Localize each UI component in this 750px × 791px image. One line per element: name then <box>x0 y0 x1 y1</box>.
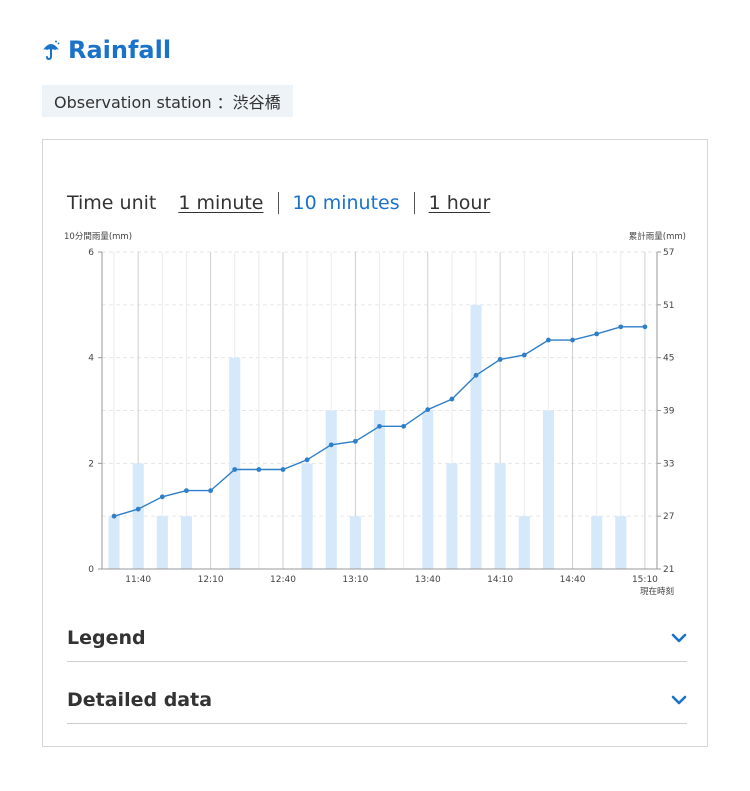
page-title-text: Rainfall <box>68 36 172 64</box>
bar-10min-rainfall <box>422 410 434 569</box>
cumulative-point <box>594 331 600 337</box>
cumulative-point <box>377 423 382 429</box>
umbrella-icon <box>42 40 60 60</box>
cumulative-point <box>401 423 407 429</box>
bar-10min-rainfall <box>470 304 482 569</box>
cumulative-point <box>449 396 455 402</box>
cumulative-point <box>111 513 117 519</box>
cumulative-point <box>521 352 527 358</box>
bar-10min-rainfall <box>180 516 193 569</box>
bar-10min-rainfall <box>229 357 241 569</box>
x-tick-label: 11:40 <box>125 575 151 585</box>
x-tick-label: 13:40 <box>415 575 441 585</box>
right-tick-label: 33 <box>663 459 674 469</box>
cumulative-point <box>618 324 624 330</box>
cumulative-point <box>425 407 431 413</box>
legend-accordion-label: Legend <box>67 627 146 649</box>
station-label: Observation station ：渋谷橋 <box>54 93 281 112</box>
left-tick-label: 6 <box>88 248 94 258</box>
cumulative-point <box>304 457 310 463</box>
cumulative-point <box>256 467 262 472</box>
right-tick-label: 51 <box>663 301 674 311</box>
bar-10min-rainfall <box>325 410 337 569</box>
bar-10min-rainfall <box>518 516 530 569</box>
current-time-label: 現在時刻 <box>640 586 674 597</box>
cumulative-point <box>642 324 648 330</box>
cumulative-point <box>159 494 165 500</box>
cumulative-point <box>546 337 551 343</box>
right-tick-label: 45 <box>663 354 674 364</box>
chart-panel: Time unit 1 minute 10 minutes 1 hour 024… <box>42 139 708 747</box>
right-axis-title: 累計雨量(mm) <box>629 231 686 242</box>
bar-10min-rainfall <box>108 516 120 569</box>
left-tick-label: 0 <box>88 565 94 575</box>
bar-10min-rainfall <box>591 516 603 569</box>
cumulative-point <box>208 488 213 494</box>
chevron-down-icon <box>671 633 687 643</box>
bar-10min-rainfall <box>446 463 458 569</box>
bar-10min-rainfall <box>301 463 313 569</box>
bar-10min-rainfall <box>132 463 144 569</box>
bar-10min-rainfall <box>542 410 554 569</box>
bar-10min-rainfall <box>156 516 168 569</box>
x-tick-label: 14:10 <box>487 575 513 585</box>
rainfall-chart: 0 2 4 6 21 27 33 39 45 51 57 11:40 12:10 12:40 13:10 13… <box>64 231 686 597</box>
bar-10min-rainfall <box>615 516 627 569</box>
cumulative-point <box>352 438 358 444</box>
bar-10min-rainfall <box>373 410 386 569</box>
left-axis-title: 10分間雨量(mm) <box>64 232 132 242</box>
right-tick-label: 39 <box>663 407 675 417</box>
detailed-data-accordion-label: Detailed data <box>67 689 213 711</box>
cumulative-point <box>135 506 141 512</box>
x-tick-label: 12:40 <box>270 575 296 585</box>
chevron-down-icon <box>671 695 687 705</box>
bar-10min-rainfall <box>349 516 361 569</box>
right-tick-label: 21 <box>663 565 674 575</box>
right-tick-label: 57 <box>663 248 674 258</box>
x-tick-label: 13:10 <box>342 575 368 585</box>
cumulative-point <box>497 357 503 362</box>
x-tick-label: 14:40 <box>560 575 586 585</box>
left-tick-label: 4 <box>88 354 94 364</box>
detailed-data-accordion[interactable]: Detailed data <box>67 677 687 724</box>
page-title: Rainfall <box>42 36 171 64</box>
right-tick-label: 27 <box>663 512 674 522</box>
cumulative-point <box>570 337 575 343</box>
bar-10min-rainfall <box>494 463 506 569</box>
legend-accordion[interactable]: Legend <box>67 615 687 662</box>
cumulative-point <box>232 467 238 472</box>
station-badge: Observation station ：渋谷橋 <box>42 85 293 117</box>
cumulative-point <box>280 467 286 472</box>
x-tick-label: 12:10 <box>198 575 224 585</box>
cumulative-point <box>328 442 334 448</box>
cumulative-point <box>473 372 479 378</box>
left-tick-label: 2 <box>88 459 94 469</box>
x-tick-label: 15:10 <box>632 575 658 585</box>
cumulative-point <box>184 488 189 494</box>
